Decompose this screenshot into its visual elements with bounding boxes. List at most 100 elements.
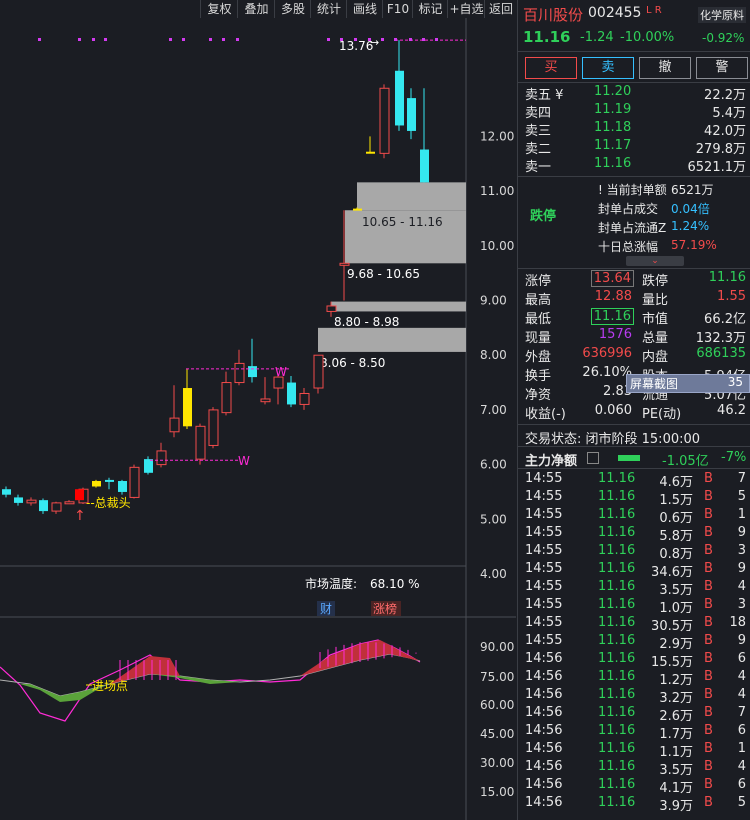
y-axis-tick-label: 8.00 <box>480 348 507 362</box>
candle-body <box>407 98 416 131</box>
ask-volume: 6521.1万 <box>687 160 747 175</box>
osc-tick-label: 90.00 <box>480 640 514 654</box>
tick-row: 14:56 11.16 1.2万 B 4 <box>518 669 750 688</box>
ask-volume: 22.2万 <box>704 88 746 103</box>
candle-body <box>326 305 337 312</box>
tick-side: B <box>704 525 713 540</box>
stock-code: 002455 <box>588 5 642 21</box>
osc-tick-label: 60.00 <box>480 698 514 712</box>
tick-row: 14:56 11.16 2.6万 B 7 <box>518 705 750 724</box>
quote-row: 最高 12.88 量比 1.55 <box>518 289 750 308</box>
tick-volume: 34.6万 <box>651 565 693 580</box>
signal-dot <box>38 38 41 41</box>
tick-count: 18 <box>729 615 746 630</box>
tick-count: 3 <box>737 543 746 558</box>
quote-value: 66.2亿 <box>704 312 746 327</box>
ask-row[interactable]: 卖五 ¥ 11.20 22.2万 <box>518 84 750 103</box>
tick-price: 11.16 <box>598 543 636 558</box>
gap-box <box>331 301 466 312</box>
signal-dot <box>422 38 425 41</box>
tick-time: 14:55 <box>525 579 563 594</box>
tick-count: 9 <box>737 525 746 540</box>
sector-name[interactable]: 化学原料 <box>698 7 746 23</box>
tick-volume: 2.6万 <box>659 709 693 724</box>
quote-label: 最高 <box>525 293 552 308</box>
tick-volume: 3.2万 <box>659 691 693 706</box>
tick-price: 11.16 <box>598 471 636 486</box>
tick-side: B <box>704 507 713 522</box>
sell-button[interactable]: 卖 <box>582 57 634 79</box>
limit-value: 57.19% <box>671 238 717 252</box>
ask-volume: 42.0万 <box>704 124 746 139</box>
quote-value: 11.16 <box>590 308 634 325</box>
tick-time: 14:55 <box>525 471 563 486</box>
ask-row[interactable]: 卖二 11.17 279.8万 <box>518 138 750 157</box>
stock-flags: L R <box>646 5 662 16</box>
tick-volume: 0.8万 <box>659 547 693 562</box>
screenshot-tooltip: 屏幕截图 35 <box>626 374 750 393</box>
tick-volume: 1.0万 <box>659 601 693 616</box>
quote-row: 收益(-) 0.060 PE(动) 46.2 <box>518 403 750 422</box>
tick-side: B <box>704 759 713 774</box>
candle-body <box>92 481 101 487</box>
tick-side: B <box>704 705 713 720</box>
tick-row: 14:55 11.16 34.6万 B 9 <box>518 561 750 580</box>
candle-body <box>118 481 127 492</box>
screenshot-tooltip-value: 35 <box>727 375 743 389</box>
limit-label: 十日总涨幅 <box>598 240 659 254</box>
tick-volume: 4.1万 <box>659 781 693 796</box>
candle-body <box>14 497 23 503</box>
tick-count: 5 <box>737 795 746 810</box>
quote-row: 外盘 636996 内盘 686135 <box>518 346 750 365</box>
quote-value: 11.16 <box>708 270 746 285</box>
limit-row: 封单占流通Z 1.24% <box>518 219 750 237</box>
osc-tick-label: 30.00 <box>480 756 514 770</box>
stock-name[interactable]: 百川股份 <box>523 4 583 25</box>
ask-row[interactable]: 卖一 11.16 6521.1万 <box>518 156 750 175</box>
tick-volume: 3.5万 <box>659 583 693 598</box>
list-icon[interactable] <box>587 452 599 464</box>
tick-side: B <box>704 687 713 702</box>
collapse-chevron-icon[interactable]: ⌄ <box>626 256 684 266</box>
candle-body <box>51 502 62 512</box>
quote-label: 净资 <box>525 388 552 403</box>
tick-row: 14:56 11.16 1.7万 B 6 <box>518 723 750 742</box>
tick-row: 14:55 11.16 2.9万 B 9 <box>518 633 750 652</box>
candle-body <box>2 489 11 495</box>
ask-row[interactable]: 卖四 11.19 5.4万 <box>518 102 750 121</box>
signal-dot <box>394 38 397 41</box>
kline-chart[interactable]: 10.65 - 11.16 9.68 - 10.65 8.80 - 8.98 8.06… <box>0 0 516 820</box>
quote-value: 13.64 <box>590 270 634 287</box>
candle-body <box>234 362 245 384</box>
last-price: 11.16 <box>523 28 571 46</box>
ask-price: 11.16 <box>594 156 632 171</box>
gap-label: 8.80 - 8.98 <box>334 315 399 329</box>
rank-tag: 涨榜 <box>373 601 397 616</box>
buy-button[interactable]: 买 <box>525 57 577 79</box>
tick-volume: 1.7万 <box>659 727 693 742</box>
tick-row: 14:56 11.16 3.5万 B 4 <box>518 759 750 778</box>
tick-time: 14:55 <box>525 561 563 576</box>
tick-row: 14:55 11.16 0.6万 B 1 <box>518 507 750 526</box>
candle-body <box>183 388 192 427</box>
tick-volume: 0.6万 <box>659 511 693 526</box>
ask-row[interactable]: 卖三 11.18 42.0万 <box>518 120 750 139</box>
tick-count: 1 <box>737 741 746 756</box>
quote-row: 涨停 13.64 跌停 11.16 <box>518 270 750 289</box>
tick-time: 14:56 <box>525 687 563 702</box>
y-axis-tick-label: 12.00 <box>480 129 514 143</box>
tick-price: 11.16 <box>598 633 636 648</box>
limit-row: 封单占成交 0.04倍 <box>518 200 750 218</box>
tick-time: 14:55 <box>525 597 563 612</box>
finance-tag: 财 <box>320 602 332 616</box>
alert-button[interactable]: 警 <box>696 57 748 79</box>
tick-count: 4 <box>737 759 746 774</box>
tick-time: 14:55 <box>525 615 563 630</box>
tick-price: 11.16 <box>598 705 636 720</box>
pattern-annotation: --总裁头 <box>86 496 131 510</box>
main-flow-label: 主力净额 <box>525 454 578 469</box>
cancel-order-button[interactable]: 撤 <box>639 57 691 79</box>
candle-body <box>26 499 37 504</box>
quote-value: 0.060 <box>594 403 632 418</box>
tick-price: 11.16 <box>598 759 636 774</box>
